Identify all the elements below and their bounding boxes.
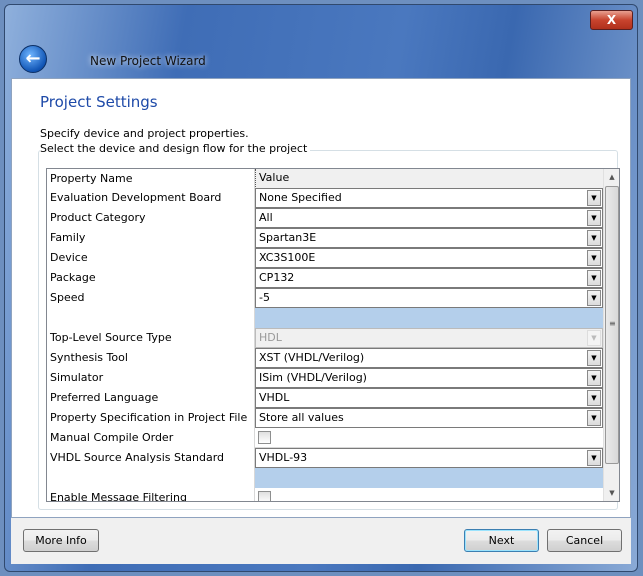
dropdown-value: VHDL [259, 391, 290, 404]
property-value-dropdown[interactable]: None Specified ▼ [255, 188, 603, 208]
dropdown-value: All [259, 211, 273, 224]
header-value[interactable]: Value [255, 169, 603, 189]
scroll-up-icon[interactable]: ▲ [604, 169, 619, 185]
dropdown-value: VHDL-93 [259, 451, 308, 464]
chevron-down-icon[interactable]: ▼ [587, 270, 601, 286]
table-row: Enable Message Filtering [47, 488, 603, 501]
dropdown-value: Store all values [259, 411, 344, 424]
chevron-down-icon[interactable]: ▼ [587, 250, 601, 266]
content-panel: Project Settings Specify device and proj… [11, 78, 631, 518]
separator-cell [255, 308, 603, 328]
group-label: Select the device and design flow for th… [40, 142, 311, 155]
property-value-dropdown[interactable]: XC3S100E ▼ [255, 248, 603, 268]
table-row: Product Category All ▼ [47, 208, 603, 228]
table-row: Package CP132 ▼ [47, 268, 603, 288]
property-value-dropdown[interactable]: XST (VHDL/Verilog) ▼ [255, 348, 603, 368]
property-value-dropdown[interactable]: Store all values ▼ [255, 408, 603, 428]
page-description: Specify device and project properties. [40, 127, 249, 140]
table-row: Device XC3S100E ▼ [47, 248, 603, 268]
dropdown-value: XST (VHDL/Verilog) [259, 351, 365, 364]
table-header: Property Name Value [47, 169, 603, 189]
property-name: Speed [47, 288, 255, 308]
property-value [255, 488, 603, 501]
dropdown-value: XC3S100E [259, 251, 316, 264]
header-property-name[interactable]: Property Name [47, 169, 255, 189]
dropdown-value: ISim (VHDL/Verilog) [259, 371, 367, 384]
property-value-dropdown[interactable]: All ▼ [255, 208, 603, 228]
window-title: New Project Wizard [90, 54, 206, 68]
page-title: Project Settings [40, 93, 158, 111]
property-value [255, 428, 603, 448]
property-name [47, 308, 255, 328]
footer: More Info Next Cancel [11, 518, 631, 564]
table-row: Preferred Language VHDL ▼ [47, 388, 603, 408]
table-row [47, 308, 603, 328]
chevron-down-icon[interactable]: ▼ [587, 450, 601, 466]
property-name [47, 468, 255, 488]
next-button[interactable]: Next [464, 529, 539, 552]
back-arrow-icon[interactable]: ← [19, 45, 47, 73]
chevron-down-icon[interactable]: ▼ [587, 370, 601, 386]
table-row: VHDL Source Analysis Standard VHDL-93 ▼ [47, 448, 603, 468]
chevron-down-icon[interactable]: ▼ [587, 330, 601, 346]
chevron-down-icon[interactable]: ▼ [587, 410, 601, 426]
cancel-button[interactable]: Cancel [547, 529, 622, 552]
table-row: Simulator ISim (VHDL/Verilog) ▼ [47, 368, 603, 388]
property-value-dropdown[interactable]: VHDL ▼ [255, 388, 603, 408]
property-table: Property Name Value Evaluation Developme… [46, 168, 620, 502]
more-info-button[interactable]: More Info [23, 529, 99, 552]
table-scrollbar[interactable]: ▲ ≡ ▼ [603, 169, 619, 501]
table-row [47, 468, 603, 488]
property-value-dropdown: HDL ▼ [255, 328, 603, 348]
dropdown-value: Spartan3E [259, 231, 317, 244]
property-value-dropdown[interactable]: -5 ▼ [255, 288, 603, 308]
property-value-dropdown[interactable]: ISim (VHDL/Verilog) ▼ [255, 368, 603, 388]
dropdown-value: None Specified [259, 191, 342, 204]
property-checkbox[interactable] [258, 431, 271, 444]
property-name: Simulator [47, 368, 255, 388]
dropdown-value: CP132 [259, 271, 295, 284]
scroll-thumb[interactable]: ≡ [605, 186, 619, 464]
table-row: Synthesis Tool XST (VHDL/Verilog) ▼ [47, 348, 603, 368]
chevron-down-icon[interactable]: ▼ [587, 230, 601, 246]
property-name: Enable Message Filtering [47, 488, 255, 501]
table-row: Family Spartan3E ▼ [47, 228, 603, 248]
property-name: Family [47, 228, 255, 248]
table-row: Top-Level Source Type HDL ▼ [47, 328, 603, 348]
chevron-down-icon[interactable]: ▼ [587, 350, 601, 366]
separator-cell [255, 468, 603, 488]
table-row: Manual Compile Order [47, 428, 603, 448]
dropdown-value: HDL [259, 331, 282, 344]
property-value-dropdown[interactable]: Spartan3E ▼ [255, 228, 603, 248]
chevron-down-icon[interactable]: ▼ [587, 290, 601, 306]
property-name: Manual Compile Order [47, 428, 255, 448]
property-name: VHDL Source Analysis Standard [47, 448, 255, 468]
property-name: Device [47, 248, 255, 268]
property-name: Top-Level Source Type [47, 328, 255, 348]
property-name: Evaluation Development Board [47, 188, 255, 208]
property-name: Synthesis Tool [47, 348, 255, 368]
property-name: Package [47, 268, 255, 288]
property-value-dropdown[interactable]: CP132 ▼ [255, 268, 603, 288]
property-name: Product Category [47, 208, 255, 228]
table-row: Speed -5 ▼ [47, 288, 603, 308]
scroll-down-icon[interactable]: ▼ [604, 485, 619, 501]
property-value-dropdown[interactable]: VHDL-93 ▼ [255, 448, 603, 468]
property-name: Preferred Language [47, 388, 255, 408]
property-name: Property Specification in Project File [47, 408, 255, 428]
chevron-down-icon[interactable]: ▼ [587, 210, 601, 226]
chevron-down-icon[interactable]: ▼ [587, 390, 601, 406]
chevron-down-icon[interactable]: ▼ [587, 190, 601, 206]
dropdown-value: -5 [259, 291, 270, 304]
close-button[interactable]: X [590, 10, 633, 30]
table-row: Property Specification in Project File St… [47, 408, 603, 428]
property-checkbox[interactable] [258, 491, 271, 501]
table-row: Evaluation Development Board None Specifi… [47, 188, 603, 208]
